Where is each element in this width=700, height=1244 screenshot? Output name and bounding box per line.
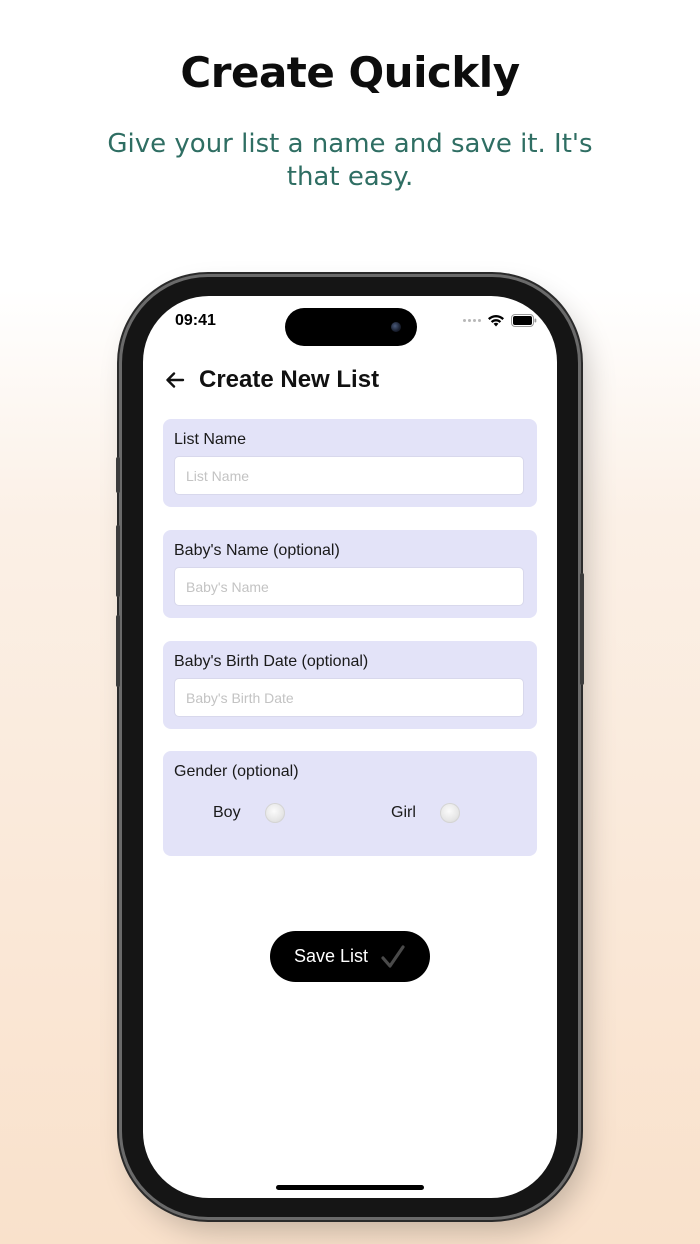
dynamic-island — [285, 308, 417, 346]
save-list-label: Save List — [293, 946, 369, 966]
battery-icon — [511, 314, 537, 327]
baby-name-label: Baby's Name (optional) — [174, 542, 340, 559]
back-arrow-icon[interactable] — [165, 370, 185, 390]
status-time: 09:41 — [175, 312, 216, 329]
baby-name-input[interactable] — [174, 567, 524, 606]
volume-up-button — [116, 525, 120, 597]
camera-icon — [391, 322, 401, 332]
page-title: Create New List — [199, 366, 380, 393]
gender-option-boy[interactable]: Boy — [213, 803, 285, 823]
checkmark-icon — [381, 944, 405, 968]
home-indicator[interactable] — [276, 1185, 424, 1190]
birth-date-label: Baby's Birth Date (optional) — [174, 653, 369, 670]
list-name-label: List Name — [174, 431, 247, 448]
volume-down-button — [116, 615, 120, 687]
promo-subtitle: Give your list a name and save it. It's … — [107, 129, 593, 192]
birth-date-input[interactable] — [174, 678, 524, 717]
gender-girl-radio[interactable] — [439, 803, 460, 823]
save-list-button[interactable]: Save List — [270, 931, 430, 982]
wifi-icon — [488, 315, 504, 327]
birth-date-card: Baby's Birth Date (optional) — [163, 641, 537, 729]
promo-title: Create Quickly — [180, 48, 520, 97]
baby-name-card: Baby's Name (optional) — [163, 530, 537, 618]
gender-label: Gender (optional) — [174, 763, 299, 780]
phone-frame: 09:41 Create New List List Name List Nam… — [116, 277, 584, 1217]
nav-bar: Create New List — [165, 366, 379, 394]
cellular-signal-icon — [463, 319, 481, 322]
gender-option-boy-label: Boy — [213, 804, 241, 821]
list-name-card: List Name — [163, 419, 537, 507]
gender-boy-radio[interactable] — [264, 803, 285, 823]
gender-option-girl-label: Girl — [391, 804, 416, 821]
action-button — [116, 457, 120, 493]
status-icons — [463, 314, 537, 327]
list-name-input[interactable] — [174, 456, 524, 495]
app-screen: 09:41 Create New List List Name List Nam… — [143, 296, 557, 1198]
gender-option-girl[interactable]: Girl — [391, 803, 460, 823]
power-button — [580, 573, 584, 685]
gender-card: Gender (optional) Boy Girl — [163, 751, 537, 856]
